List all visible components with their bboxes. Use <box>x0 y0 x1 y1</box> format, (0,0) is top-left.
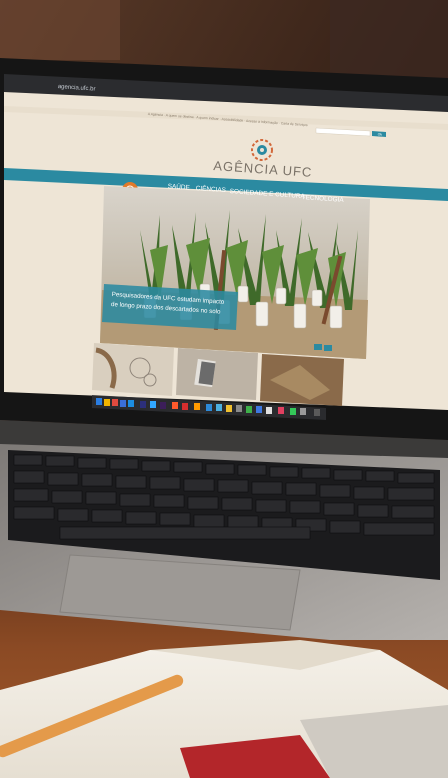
nav-item-saude[interactable]: SAÚDE <box>168 183 190 192</box>
background-blur-left <box>0 0 120 60</box>
carousel-next-button[interactable] <box>324 345 332 351</box>
thumbnail-2[interactable] <box>176 348 258 400</box>
laptop-screen <box>4 74 448 420</box>
carousel-prev-button[interactable] <box>314 344 322 350</box>
search-button-label[interactable]: Ok <box>374 132 386 138</box>
